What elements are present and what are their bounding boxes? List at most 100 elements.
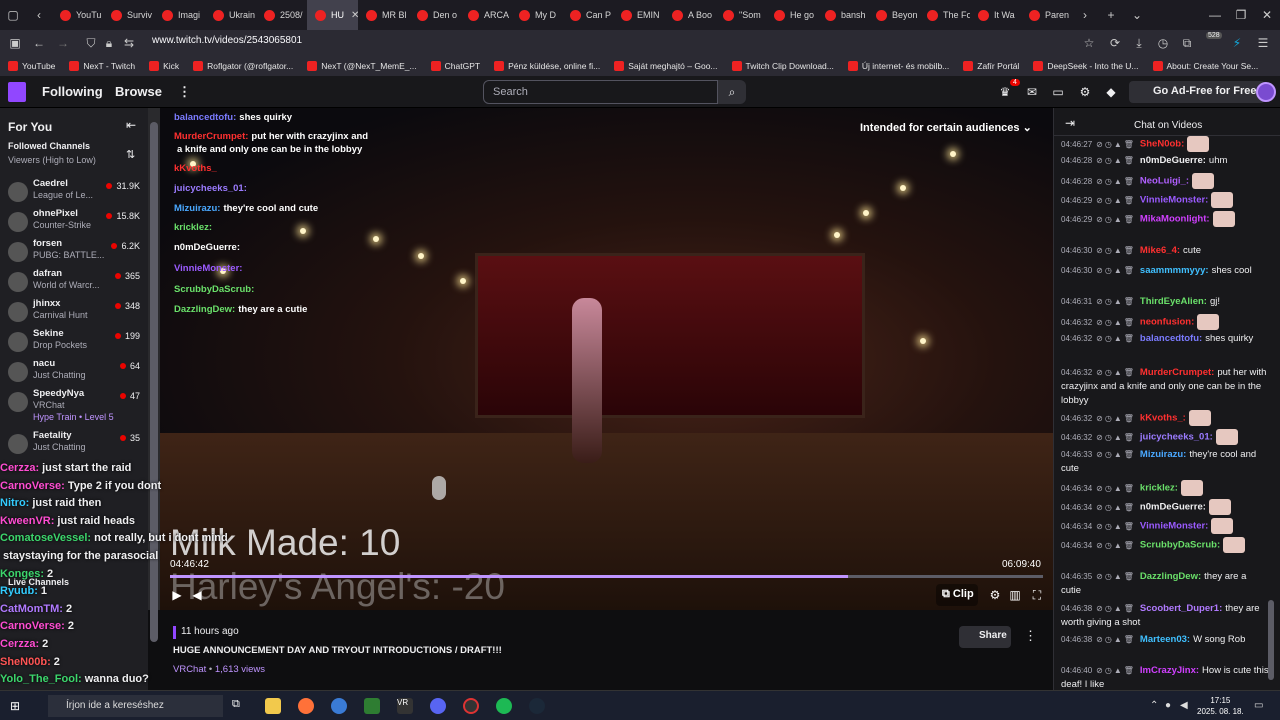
- vr-icon[interactable]: VR: [397, 698, 413, 714]
- bookmark-item[interactable]: NexT (@NexT_MemE_...: [307, 61, 417, 71]
- mod-action-icons[interactable]: ⊘◷▲🗑︎: [1096, 266, 1136, 275]
- chat-username[interactable]: NeoLuigi_:: [1140, 176, 1189, 187]
- chat-username[interactable]: ImCrazyJinx:: [1140, 665, 1199, 676]
- speaker-icon[interactable]: ◀︎: [1180, 700, 1188, 711]
- chat-username[interactable]: kKvoths_:: [1140, 413, 1186, 424]
- bookmark-star-icon[interactable]: ☆: [1076, 28, 1102, 58]
- fullscreen-icon[interactable]: ⛶: [1028, 587, 1046, 603]
- browser-tab[interactable]: "Som: [715, 0, 766, 30]
- bookmark-item[interactable]: NexT - Twitch: [69, 61, 135, 71]
- browse-link[interactable]: Browse: [115, 84, 162, 99]
- browser-tab[interactable]: It Wa: [970, 0, 1021, 30]
- sidebar-channel[interactable]: Sekine Drop Pockets 199: [0, 328, 148, 358]
- ad-free-button[interactable]: Go Ad-Free for Free: [1129, 81, 1265, 103]
- seek-bar[interactable]: [170, 575, 1043, 578]
- sidebar-channel[interactable]: SpeedyNya VRChat 47 Hype Train • Level 5: [0, 388, 148, 422]
- download-icon[interactable]: ⤓: [1126, 28, 1152, 58]
- settings-icon[interactable]: ⚙: [986, 587, 1004, 603]
- mod-action-icons[interactable]: ⊘◷▲🗑︎: [1096, 635, 1136, 644]
- bookmark-item[interactable]: Roflgator (@roflgator...: [193, 61, 293, 71]
- file-explorer-icon[interactable]: [265, 698, 281, 714]
- sidebar-channel[interactable]: jhinxx Carnival Hunt 348: [0, 298, 148, 328]
- back-icon[interactable]: ←: [26, 28, 52, 58]
- theatre-mode-icon[interactable]: ▥: [1006, 587, 1024, 603]
- expand-icon[interactable]: ⇥: [1065, 116, 1075, 130]
- sidebar-channel[interactable]: Caedrel League of Le... 31.9K: [0, 178, 148, 208]
- browser-tab[interactable]: Paren: [1021, 0, 1072, 30]
- browser-tab[interactable]: YouTu: [52, 0, 103, 30]
- mod-action-icons[interactable]: ⊘◷▲🗑︎: [1096, 522, 1136, 531]
- chat-username[interactable]: VinnieMonster:: [1140, 521, 1208, 532]
- mod-action-icons[interactable]: ⊘◷▲🗑︎: [1096, 368, 1136, 377]
- chat-username[interactable]: juicycheeks_01:: [1140, 432, 1213, 443]
- bits-icon[interactable]: ◆: [1103, 84, 1119, 100]
- audience-warning[interactable]: Intended for certain audiences ⌄: [860, 121, 1032, 134]
- permissions-icon[interactable]: ⇆: [116, 28, 142, 58]
- sidebar-channel[interactable]: forsen PUBG: BATTLE... 6.2K: [0, 238, 148, 268]
- browser-tab[interactable]: MR Bl: [358, 0, 409, 30]
- notifications-icon[interactable]: ▭: [1254, 700, 1263, 711]
- more-options-icon[interactable]: ⋮: [1024, 628, 1037, 644]
- share-button[interactable]: Share: [959, 626, 1011, 648]
- mod-action-icons[interactable]: ⊘◷▲🗑︎: [1096, 503, 1136, 512]
- browser-tab[interactable]: The Fo: [919, 0, 970, 30]
- sidebar-toggle-icon[interactable]: ▣: [2, 28, 28, 58]
- bookmark-item[interactable]: YouTube: [8, 61, 55, 71]
- browser-tab[interactable]: ARCA: [460, 0, 511, 30]
- mod-action-icons[interactable]: ⊘◷▲🗑︎: [1096, 541, 1136, 550]
- taskbar-search[interactable]: Írjon ide a kereséshez: [48, 695, 223, 717]
- browser-tab[interactable]: He go: [766, 0, 817, 30]
- spotify-icon[interactable]: [496, 698, 512, 714]
- mod-action-icons[interactable]: ⊘◷▲🗑︎: [1096, 318, 1136, 327]
- firefox-icon[interactable]: [298, 698, 314, 714]
- category-link[interactable]: VRChat: [173, 664, 206, 675]
- mod-action-icons[interactable]: ⊘◷▲🗑︎: [1096, 215, 1136, 224]
- following-link[interactable]: Following: [42, 84, 103, 99]
- history-icon[interactable]: ◷: [1150, 28, 1176, 58]
- extension-icon[interactable]: ⚙: [1077, 84, 1093, 100]
- tab-menu-chevron-icon[interactable]: ⌄: [1124, 0, 1150, 30]
- minimize-icon[interactable]: —: [1202, 0, 1228, 30]
- url-field[interactable]: www.twitch.tv/videos/2543065801: [152, 35, 302, 46]
- mod-action-icons[interactable]: ⊘◷▲🗑︎: [1096, 156, 1136, 165]
- user-avatar[interactable]: [1256, 82, 1276, 102]
- browser-tab[interactable]: EMIN: [613, 0, 664, 30]
- bookmark-item[interactable]: Twitch Clip Download...: [731, 61, 834, 71]
- collapse-sidebar-icon[interactable]: ⇤: [126, 118, 136, 132]
- mic-tray-icon[interactable]: ●: [1165, 700, 1171, 711]
- tab-scroll-left-icon[interactable]: ‹: [26, 0, 52, 30]
- more-menu-icon[interactable]: ⋮: [178, 84, 191, 100]
- browser-tab[interactable]: Surviv: [103, 0, 154, 30]
- extensions-icon[interactable]: ⧉: [1174, 28, 1200, 58]
- mod-action-icons[interactable]: ⊘◷▲🗑︎: [1096, 334, 1136, 343]
- tab-list-icon[interactable]: ▢: [0, 0, 26, 30]
- sort-icon[interactable]: ⇅: [126, 148, 135, 161]
- bookmark-item[interactable]: Saját meghajtó – Goo...: [614, 61, 718, 71]
- search-input[interactable]: Search: [483, 80, 718, 104]
- obs-icon[interactable]: [463, 698, 479, 714]
- chat-username[interactable]: n0mDeGuerre:: [1140, 502, 1206, 513]
- sidebar-channel[interactable]: dafran World of Warcr... 365: [0, 268, 148, 298]
- bookmark-item[interactable]: ChatGPT: [430, 61, 480, 71]
- tab-scroll-right-icon[interactable]: ›: [1072, 0, 1098, 30]
- tab-close-icon[interactable]: ✕: [351, 10, 358, 21]
- tray-chevron-icon[interactable]: ⌃: [1150, 700, 1158, 711]
- mod-action-icons[interactable]: ⊘◷▲🗑︎: [1096, 177, 1136, 186]
- search-button[interactable]: ⌕: [718, 80, 746, 104]
- steam-icon[interactable]: [529, 698, 545, 714]
- bookmark-item[interactable]: Új internet- és mobilb...: [847, 61, 949, 71]
- mod-action-icons[interactable]: ⊘◷▲🗑︎: [1096, 450, 1136, 459]
- browser-tab[interactable]: Den o: [409, 0, 460, 30]
- mod-action-icons[interactable]: ⊘◷▲🗑︎: [1096, 433, 1136, 442]
- mod-action-icons[interactable]: ⊘◷▲🗑︎: [1096, 604, 1136, 613]
- mod-action-icons[interactable]: ⊘◷▲🗑︎: [1096, 484, 1136, 493]
- browser-tab[interactable]: bansh: [817, 0, 868, 30]
- bookmark-item[interactable]: Kick: [149, 61, 179, 71]
- mod-action-icons[interactable]: ⊘◷▲🗑︎: [1096, 140, 1136, 149]
- browser-tab[interactable]: Imagi: [154, 0, 205, 30]
- forward-icon[interactable]: →: [50, 28, 76, 58]
- clip-button[interactable]: ⧉ Clip: [936, 584, 978, 606]
- menu-icon[interactable]: ☰: [1250, 28, 1276, 58]
- mod-action-icons[interactable]: ⊘◷▲🗑︎: [1096, 196, 1136, 205]
- chat-username[interactable]: MikaMoonlight:: [1140, 214, 1210, 225]
